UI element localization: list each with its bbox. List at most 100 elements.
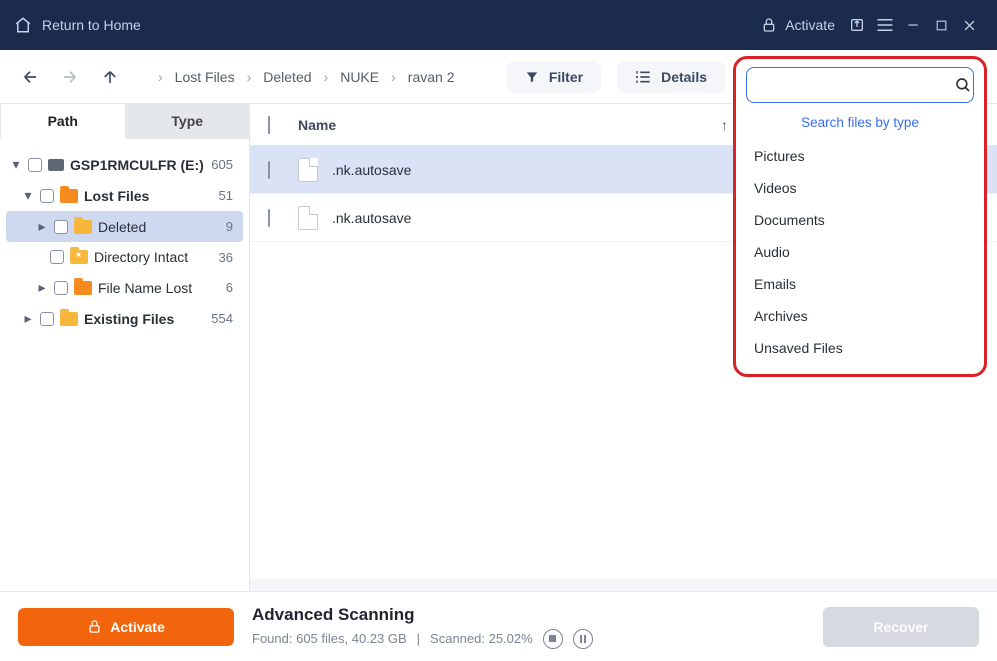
stop-scan-button[interactable] — [543, 629, 563, 649]
folder-icon — [70, 250, 88, 264]
details-label: Details — [661, 69, 707, 85]
tree-count: 51 — [219, 188, 239, 203]
lock-icon — [87, 619, 102, 634]
share-icon[interactable] — [843, 11, 871, 39]
nav-up-button[interactable] — [98, 65, 122, 89]
maximize-button[interactable] — [927, 11, 955, 39]
tree-count: 9 — [226, 219, 239, 234]
checkbox[interactable] — [50, 250, 64, 264]
tree-label: Deleted — [98, 219, 146, 235]
checkbox[interactable] — [40, 189, 54, 203]
type-unsaved[interactable]: Unsaved Files — [742, 332, 978, 364]
tree-count: 36 — [219, 250, 239, 265]
filter-button[interactable]: Filter — [507, 61, 601, 93]
expand-icon[interactable]: ▸ — [36, 279, 48, 296]
search-type-hint[interactable]: Search files by type — [742, 111, 978, 140]
file-name: .nk.autosave — [332, 210, 411, 226]
activate-title-button[interactable]: Activate — [753, 11, 843, 39]
tree-lost-files[interactable]: ▾ Lost Files 51 — [6, 180, 243, 211]
scan-found: Found: 605 files, 40.23 GB — [252, 631, 407, 646]
horizontal-scrollbar[interactable] — [250, 579, 997, 591]
drive-icon — [48, 159, 64, 171]
folder-icon — [74, 220, 92, 234]
tab-path[interactable]: Path — [0, 104, 126, 139]
chevron-right-icon: › — [243, 67, 256, 87]
search-input-wrapper[interactable] — [746, 67, 974, 103]
tree-existing-files[interactable]: ▸ Existing Files 554 — [6, 303, 243, 334]
recover-label: Recover — [873, 619, 928, 635]
nav-back-button[interactable] — [18, 65, 42, 89]
nav-forward-button[interactable] — [58, 65, 82, 89]
select-all-checkbox[interactable] — [268, 116, 270, 134]
expand-icon[interactable]: ▸ — [22, 310, 34, 327]
folder-icon — [60, 189, 78, 203]
checkbox[interactable] — [40, 312, 54, 326]
tree-count: 6 — [226, 280, 239, 295]
search-type-list: Pictures Videos Documents Audio Emails A… — [742, 140, 978, 364]
divider: | — [417, 631, 420, 646]
menu-icon[interactable] — [871, 11, 899, 39]
search-input[interactable] — [765, 77, 946, 93]
expand-icon[interactable]: ▸ — [36, 218, 48, 235]
scan-title: Advanced Scanning — [252, 605, 593, 625]
crumb-item[interactable]: ravan 2 — [404, 67, 459, 87]
checkbox[interactable] — [54, 220, 68, 234]
filter-label: Filter — [549, 69, 583, 85]
tab-type[interactable]: Type — [126, 104, 250, 139]
chevron-right-icon: › — [320, 67, 333, 87]
tree-label: Existing Files — [84, 311, 174, 327]
checkbox[interactable] — [28, 158, 42, 172]
details-button[interactable]: Details — [617, 61, 725, 93]
col-name-label[interactable]: Name — [298, 117, 336, 133]
recover-button[interactable]: Recover — [823, 607, 979, 647]
tree-count: 554 — [211, 311, 239, 326]
collapse-icon[interactable]: ▾ — [10, 156, 22, 173]
activate-button[interactable]: Activate — [18, 608, 234, 646]
type-documents[interactable]: Documents — [742, 204, 978, 236]
row-checkbox[interactable] — [268, 161, 270, 179]
home-icon — [14, 16, 32, 34]
chevron-right-icon: › — [387, 67, 400, 87]
activate-title-label: Activate — [785, 17, 835, 33]
tree-file-name-lost[interactable]: ▸ File Name Lost 6 — [6, 272, 243, 303]
file-icon — [298, 158, 318, 182]
folder-tree: ▾ GSP1RMCULFR (E:) 605 ▾ Lost Files 51 ▸… — [0, 139, 249, 591]
folder-icon — [60, 312, 78, 326]
list-icon — [635, 70, 651, 84]
activate-button-label: Activate — [110, 619, 164, 635]
type-videos[interactable]: Videos — [742, 172, 978, 204]
search-popup: Search files by type Pictures Videos Doc… — [733, 56, 987, 377]
collapse-icon[interactable]: ▾ — [22, 187, 34, 204]
file-icon — [298, 206, 318, 230]
return-home-link[interactable]: Return to Home — [14, 16, 141, 34]
tree-label: Directory Intact — [94, 249, 188, 265]
tree-label: Lost Files — [84, 188, 149, 204]
row-checkbox[interactable] — [268, 209, 270, 227]
type-audio[interactable]: Audio — [742, 236, 978, 268]
crumb-item[interactable]: Deleted — [259, 67, 315, 87]
file-name: .nk.autosave — [332, 162, 411, 178]
type-pictures[interactable]: Pictures — [742, 140, 978, 172]
tree-count: 605 — [211, 157, 239, 172]
scan-progress: Scanned: 25.02% — [430, 631, 533, 646]
tree-label: File Name Lost — [98, 280, 192, 296]
tree-label: GSP1RMCULFR (E:) — [70, 157, 204, 173]
type-emails[interactable]: Emails — [742, 268, 978, 300]
tree-directory-intact[interactable]: Directory Intact 36 — [6, 242, 243, 272]
folder-icon — [74, 281, 92, 295]
pause-scan-button[interactable] — [573, 629, 593, 649]
chevron-right-icon: › — [154, 67, 167, 87]
type-archives[interactable]: Archives — [742, 300, 978, 332]
return-home-label: Return to Home — [42, 17, 141, 33]
crumb-item[interactable]: Lost Files — [171, 67, 239, 87]
filter-icon — [525, 70, 539, 84]
search-icon[interactable] — [954, 76, 972, 94]
tree-deleted[interactable]: ▸ Deleted 9 — [6, 211, 243, 242]
minimize-button[interactable] — [899, 11, 927, 39]
close-button[interactable] — [955, 11, 983, 39]
breadcrumb: › Lost Files › Deleted › NUKE › ravan 2 — [154, 67, 458, 87]
checkbox[interactable] — [54, 281, 68, 295]
lock-icon — [761, 17, 777, 33]
tree-drive[interactable]: ▾ GSP1RMCULFR (E:) 605 — [6, 149, 243, 180]
crumb-item[interactable]: NUKE — [336, 67, 383, 87]
